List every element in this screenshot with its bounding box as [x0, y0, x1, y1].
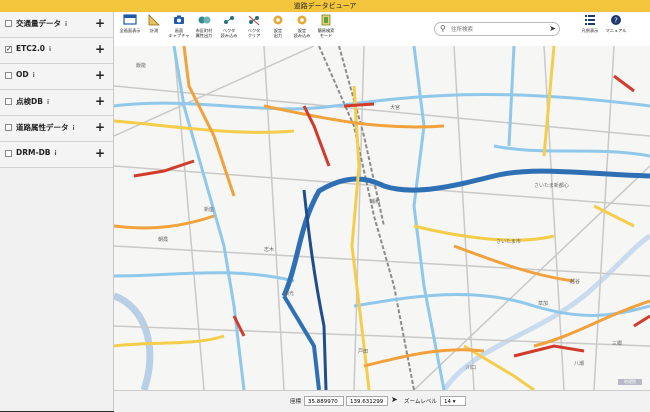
map-place-label: 三郷 [612, 341, 623, 347]
settings-import-icon [295, 14, 309, 28]
map-place-label: 八潮 [574, 361, 585, 367]
address-search-box[interactable]: ⚲ ➤ [434, 22, 560, 36]
map-place-label: 大宮 [390, 105, 401, 111]
info-icon[interactable]: i [73, 125, 75, 132]
map-place-label: 志木 [264, 247, 275, 253]
layer-checkbox[interactable] [5, 72, 12, 79]
vector-load-button[interactable]: ベクタ 読み込み [215, 14, 243, 38]
latitude-field[interactable]: 35.889970 [304, 396, 344, 406]
expand-icon[interactable]: + [95, 146, 105, 160]
layer-inspection-db[interactable]: 点検DB i + [0, 90, 113, 116]
tool-label: マニュアル [605, 28, 627, 33]
map-attribution: 地理院 [618, 379, 642, 385]
map-place-label: 越谷 [570, 279, 581, 285]
search-icon: ⚲ [440, 24, 446, 33]
info-icon[interactable]: i [65, 21, 67, 28]
expand-icon[interactable]: + [95, 94, 105, 108]
app-title: 道路データビューア [0, 0, 650, 12]
layer-checkbox[interactable] [5, 98, 12, 105]
layer-checkbox[interactable] [5, 124, 12, 131]
info-icon[interactable]: i [55, 150, 57, 157]
layer-label: 交通量データ [16, 19, 61, 28]
map-place-label: 浦和 [370, 199, 381, 205]
status-bar: 座標 35.889970 139.631299 ➤ ズームレベル 14 ▾ [114, 390, 650, 412]
tool-label: 凡例表示 [581, 28, 599, 33]
coordinate-label: 座標 [290, 399, 302, 405]
road-network-map[interactable] [114, 46, 650, 390]
zoom-level-select[interactable]: 14 ▾ [440, 396, 466, 406]
measure-button[interactable]: 計測 [140, 14, 168, 33]
manual-button[interactable]: ? マニュアル [602, 14, 630, 33]
help-icon: ? [609, 14, 623, 28]
tool-label: 市区町村 属性出力 [195, 28, 213, 38]
simple-search-mode-button[interactable]: 簡易検索 モード [312, 14, 340, 38]
tool-label: ベクタ 読み込み [220, 28, 238, 38]
svg-text:?: ? [614, 17, 618, 25]
layer-road-attributes[interactable]: 道路属性データ i + [0, 116, 113, 142]
longitude-field[interactable]: 139.631299 [346, 396, 388, 406]
layer-checkbox-checked[interactable]: ✓ [5, 46, 12, 53]
layer-label: 道路属性データ [16, 123, 69, 132]
layer-checkbox[interactable] [5, 150, 12, 157]
address-search-input[interactable] [451, 25, 541, 34]
tool-label: 簡易検索 モード [317, 28, 335, 38]
ruler-icon [147, 14, 161, 28]
simple-search-icon [319, 14, 333, 28]
map-place-label: 飯能 [136, 63, 147, 69]
layer-label: ETC2.0 [16, 44, 46, 53]
map-place-label: 草加 [538, 301, 549, 307]
map-toolbar: 全画面表示 計測 画面 キャプチャ 市区町村 属性出力 ベクタ 読み込み ベクタ… [114, 12, 650, 47]
tool-label: 計測 [149, 28, 159, 33]
map-place-label: 新座 [204, 207, 215, 213]
info-icon[interactable]: i [33, 72, 35, 79]
legend-list-icon [583, 14, 597, 28]
screen-capture-button[interactable]: 画面 キャプチャ [165, 14, 193, 38]
municipality-export-icon [197, 14, 211, 28]
layer-etc20[interactable]: ✓ ETC2.0 i + [0, 38, 113, 64]
map-place-label: 和光 [284, 291, 295, 297]
info-icon[interactable]: i [47, 99, 49, 106]
settings-export-icon [271, 14, 285, 28]
expand-icon[interactable]: + [95, 120, 105, 134]
map-place-label: さいたま新都心 [534, 183, 569, 189]
expand-icon[interactable]: + [95, 42, 105, 56]
map-place-label: 川口 [466, 365, 477, 371]
layer-label: DRM-DB [16, 148, 51, 157]
expand-icon[interactable]: + [95, 16, 105, 30]
vector-clear-icon [247, 14, 261, 28]
legend-button[interactable]: 凡例表示 [576, 14, 604, 33]
layer-label: OD [16, 70, 29, 79]
expand-icon[interactable]: + [95, 68, 105, 82]
layer-traffic-volume[interactable]: 交通量データ i + [0, 12, 113, 38]
map-place-label: 戸田 [358, 349, 369, 355]
info-icon[interactable]: i [49, 46, 51, 53]
layer-sidebar: 交通量データ i + ✓ ETC2.0 i + OD i + 点検DB i + 道路属性… [0, 12, 114, 411]
vector-load-icon [222, 14, 236, 28]
layer-checkbox[interactable] [5, 20, 12, 27]
zoom-level-label: ズームレベル [404, 399, 437, 405]
camera-icon [172, 14, 186, 28]
layer-label: 点検DB [16, 97, 43, 106]
municipality-export-button[interactable]: 市区町村 属性出力 [190, 14, 218, 38]
map-place-label: 朝霞 [158, 237, 169, 243]
map-canvas[interactable]: 飯能 大宮 さいたま新都心 浦和 さいたま市 朝霞 和光 新座 志木 戸田 川口… [114, 46, 650, 390]
layer-drm-db[interactable]: DRM-DB i + [0, 142, 113, 168]
layer-od[interactable]: OD i + [0, 64, 113, 90]
tool-label: 画面 キャプチャ [168, 28, 190, 38]
zoom-level-value: 14 [444, 399, 451, 405]
coordinate-search-icon[interactable]: ➤ [391, 395, 398, 404]
map-place-label: さいたま市 [496, 239, 521, 245]
app-window: 道路データビューア 交通量データ i + ✓ ETC2.0 i + OD i + 点検… [0, 0, 650, 412]
search-go-icon[interactable]: ➤ [549, 24, 556, 33]
fullscreen-icon [123, 14, 137, 28]
